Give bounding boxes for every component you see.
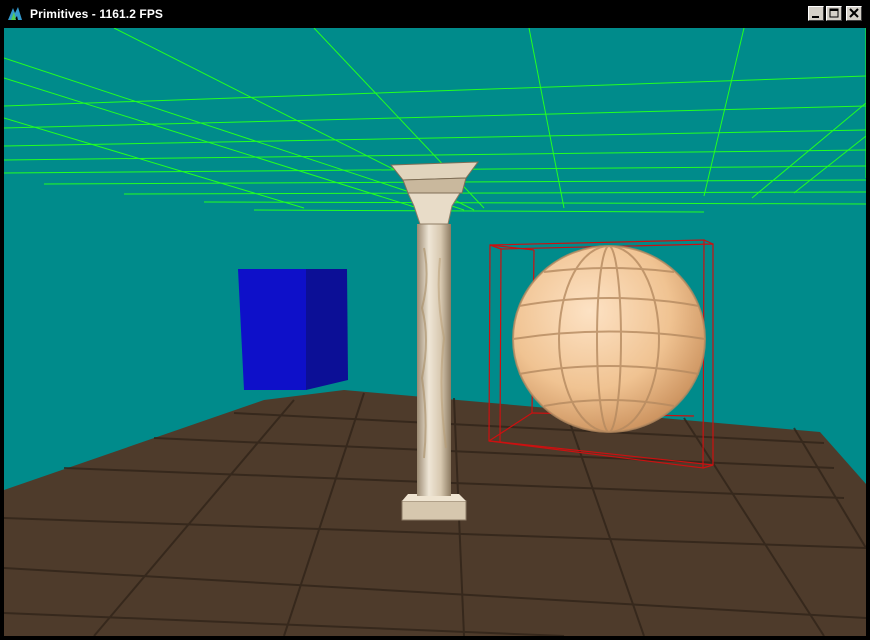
title-bar[interactable]: Primitives - 1161.2 FPS	[0, 0, 870, 28]
close-icon	[849, 8, 859, 18]
window-title: Primitives - 1161.2 FPS	[30, 7, 164, 21]
maximize-button[interactable]	[826, 6, 842, 21]
textured-sphere	[512, 245, 706, 433]
blue-cube	[238, 269, 348, 390]
app-icon	[6, 6, 24, 22]
minimize-icon	[812, 16, 819, 18]
maximize-icon	[829, 8, 839, 18]
minimize-button[interactable]	[808, 6, 824, 21]
3d-viewport[interactable]	[4, 28, 866, 636]
application-window: Primitives - 1161.2 FPS	[0, 0, 870, 640]
scene-render	[4, 28, 866, 636]
close-button[interactable]	[846, 6, 862, 21]
